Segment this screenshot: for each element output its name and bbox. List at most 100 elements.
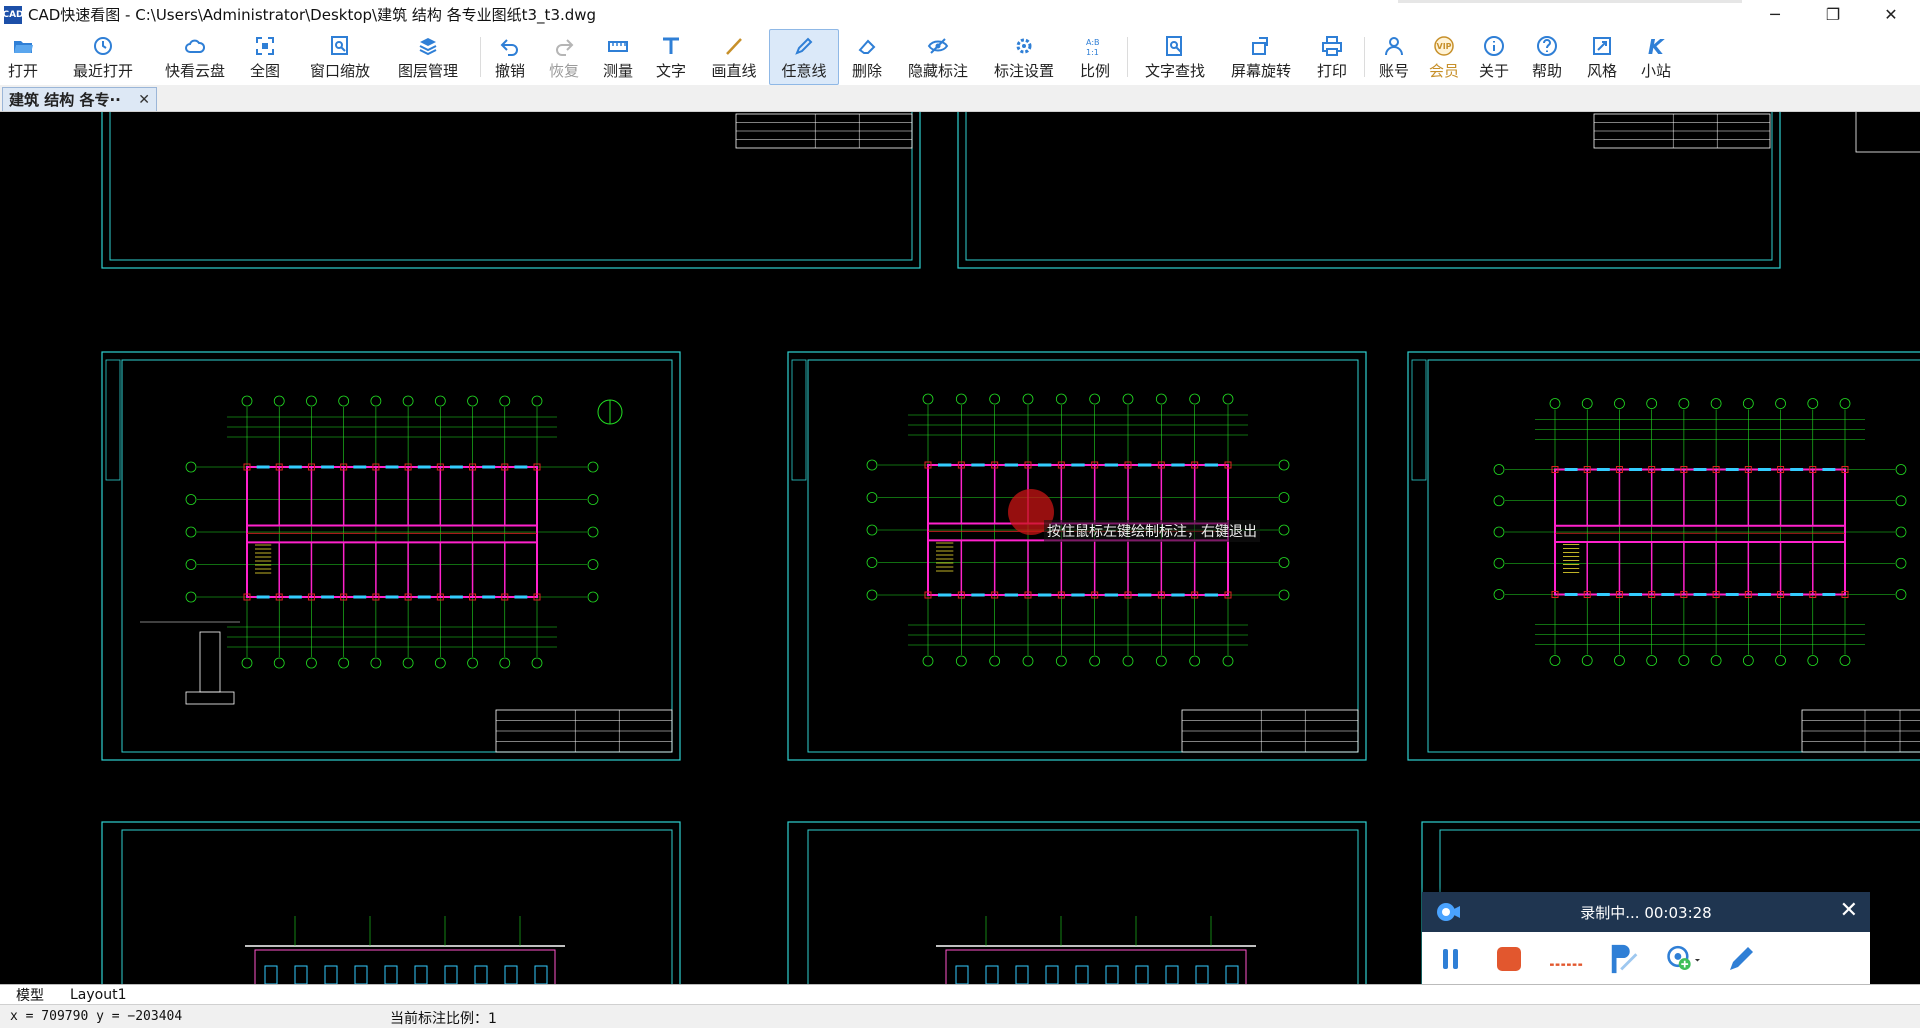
redo-button[interactable]: 恢复 <box>535 29 593 85</box>
close-window-button[interactable]: ✕ <box>1862 0 1920 29</box>
pause-button[interactable] <box>1434 942 1468 976</box>
grid-bubble <box>1895 464 1907 475</box>
hide-marks-button[interactable]: 隐藏标注 <box>895 29 981 85</box>
drawing-canvas[interactable]: 按住鼠标左键绘制标注，右键退出 <box>0 112 1920 984</box>
vip-button[interactable]: VIP 会员 <box>1419 29 1469 85</box>
layout1-tab-label: Layout1 <box>70 987 127 1003</box>
text-button[interactable]: 文字 <box>643 29 699 85</box>
layout1-tab[interactable]: Layout1 <box>70 986 127 1004</box>
measure-label: 测量 <box>602 62 633 80</box>
cad-drawing <box>101 112 1920 984</box>
layer-manager-button[interactable]: 图层管理 <box>380 29 476 85</box>
site-k-icon: K <box>1645 33 1667 59</box>
annotate-pen-button[interactable] <box>1608 942 1642 976</box>
grid-bubble <box>1278 557 1290 568</box>
webcam-add-button[interactable] <box>1666 942 1700 976</box>
account-button[interactable]: 账号 <box>1369 29 1419 85</box>
freehand-line-button[interactable]: 任意线 <box>769 29 839 85</box>
facade-window <box>1015 965 1029 984</box>
account-label: 账号 <box>1378 62 1409 80</box>
grid-bubble <box>1278 492 1290 503</box>
recording-status: 录制中... 00:03:28 <box>1580 903 1712 922</box>
user-icon <box>1383 33 1405 59</box>
model-tab[interactable]: 模型 <box>6 986 54 1006</box>
site-label: 小站 <box>1640 62 1671 80</box>
stop-button[interactable] <box>1492 942 1526 976</box>
facade-window <box>264 965 278 984</box>
grid-bubble <box>185 461 197 473</box>
grid-bubble <box>1742 398 1754 409</box>
cursor-coordinates: x = 709790 y = −203404 <box>10 1009 183 1024</box>
grid-bubble <box>273 657 285 669</box>
find-text-button[interactable]: 文字查找 <box>1132 29 1218 85</box>
sheet-margin-strip <box>1411 359 1427 481</box>
scale-button[interactable]: A:B 1:1 比例 <box>1067 29 1123 85</box>
zoom-window-icon <box>329 33 351 59</box>
folder-open-icon <box>12 33 34 59</box>
screen-recorder-panel: 录制中... 00:03:28 ✕ <box>1422 892 1870 986</box>
grid-bubble <box>866 459 878 471</box>
fit-all-icon <box>254 33 276 59</box>
about-button[interactable]: 关于 <box>1469 29 1519 85</box>
grid-bubble <box>338 395 350 407</box>
window-zoom-button[interactable]: 窗口缩放 <box>300 29 380 85</box>
maximize-button[interactable]: ❐ <box>1804 0 1862 29</box>
line-style-button[interactable] <box>1550 942 1584 976</box>
grid-bubble <box>1493 557 1505 569</box>
grid-bubble <box>1549 398 1561 409</box>
drawing-sheet-frame <box>101 351 681 761</box>
facade-window <box>1105 965 1119 984</box>
style-button[interactable]: 风格 <box>1575 29 1629 85</box>
grid-bubble <box>1493 495 1505 507</box>
facade-outline <box>945 949 1247 984</box>
facade-window <box>324 965 338 984</box>
grid-bubble <box>1278 589 1290 601</box>
minimize-button[interactable]: ─ <box>1746 0 1804 29</box>
grid-bubble <box>587 559 599 570</box>
close-tab-icon[interactable]: ✕ <box>138 92 150 108</box>
webcam-add-icon <box>1667 945 1700 971</box>
grid-bubble <box>499 395 511 407</box>
ruler-icon <box>607 33 629 59</box>
rotate-screen-button[interactable]: 屏幕旋转 <box>1218 29 1304 85</box>
site-button[interactable]: K 小站 <box>1629 29 1683 85</box>
fit-all-button[interactable]: 全图 <box>230 29 300 85</box>
recorder-close-button[interactable]: ✕ <box>1840 898 1858 923</box>
open-button[interactable]: 打开 <box>0 29 46 85</box>
section-detail <box>199 631 221 693</box>
grid-bubble <box>531 657 543 669</box>
grid-bubble <box>1278 459 1290 471</box>
grid-bubble <box>1678 398 1690 409</box>
grid-bubble <box>955 655 967 667</box>
grid-bubble <box>1189 655 1201 667</box>
recent-open-button[interactable]: 最近打开 <box>46 29 160 85</box>
grid-bubble <box>1710 398 1722 409</box>
undo-button[interactable]: 撤销 <box>485 29 535 85</box>
vip-label: 会员 <box>1428 62 1459 80</box>
mark-settings-label: 标注设置 <box>993 62 1054 80</box>
grid-bubble <box>1022 655 1034 667</box>
facade-window <box>1045 965 1059 984</box>
erase-button[interactable]: 删除 <box>839 29 895 85</box>
help-button[interactable]: 帮助 <box>1519 29 1575 85</box>
line-icon <box>723 33 745 59</box>
grid-bubble <box>434 657 446 669</box>
title-block <box>1855 112 1920 153</box>
draw-pen-button[interactable] <box>1724 942 1758 976</box>
layers-icon <box>417 33 439 59</box>
measure-button[interactable]: 测量 <box>593 29 643 85</box>
print-button[interactable]: 打印 <box>1304 29 1360 85</box>
search-document-icon <box>1164 33 1186 59</box>
info-icon <box>1483 33 1505 59</box>
document-tab[interactable]: 建筑 结构 各专·· ✕ <box>2 87 157 111</box>
draw-line-button[interactable]: 画直线 <box>699 29 769 85</box>
scale-ratio-icon: A:B 1:1 <box>1084 33 1106 59</box>
redo-label: 恢复 <box>548 62 579 80</box>
cloud-button[interactable]: 快看云盘 <box>160 29 230 85</box>
grid-bubble <box>866 589 878 601</box>
annotate-pen-icon <box>1611 944 1638 974</box>
grid-bubble <box>1678 655 1690 666</box>
title-drag-area <box>1398 0 1742 3</box>
mark-settings-button[interactable]: 标注设置 <box>981 29 1067 85</box>
grid-bubble <box>1895 495 1907 507</box>
